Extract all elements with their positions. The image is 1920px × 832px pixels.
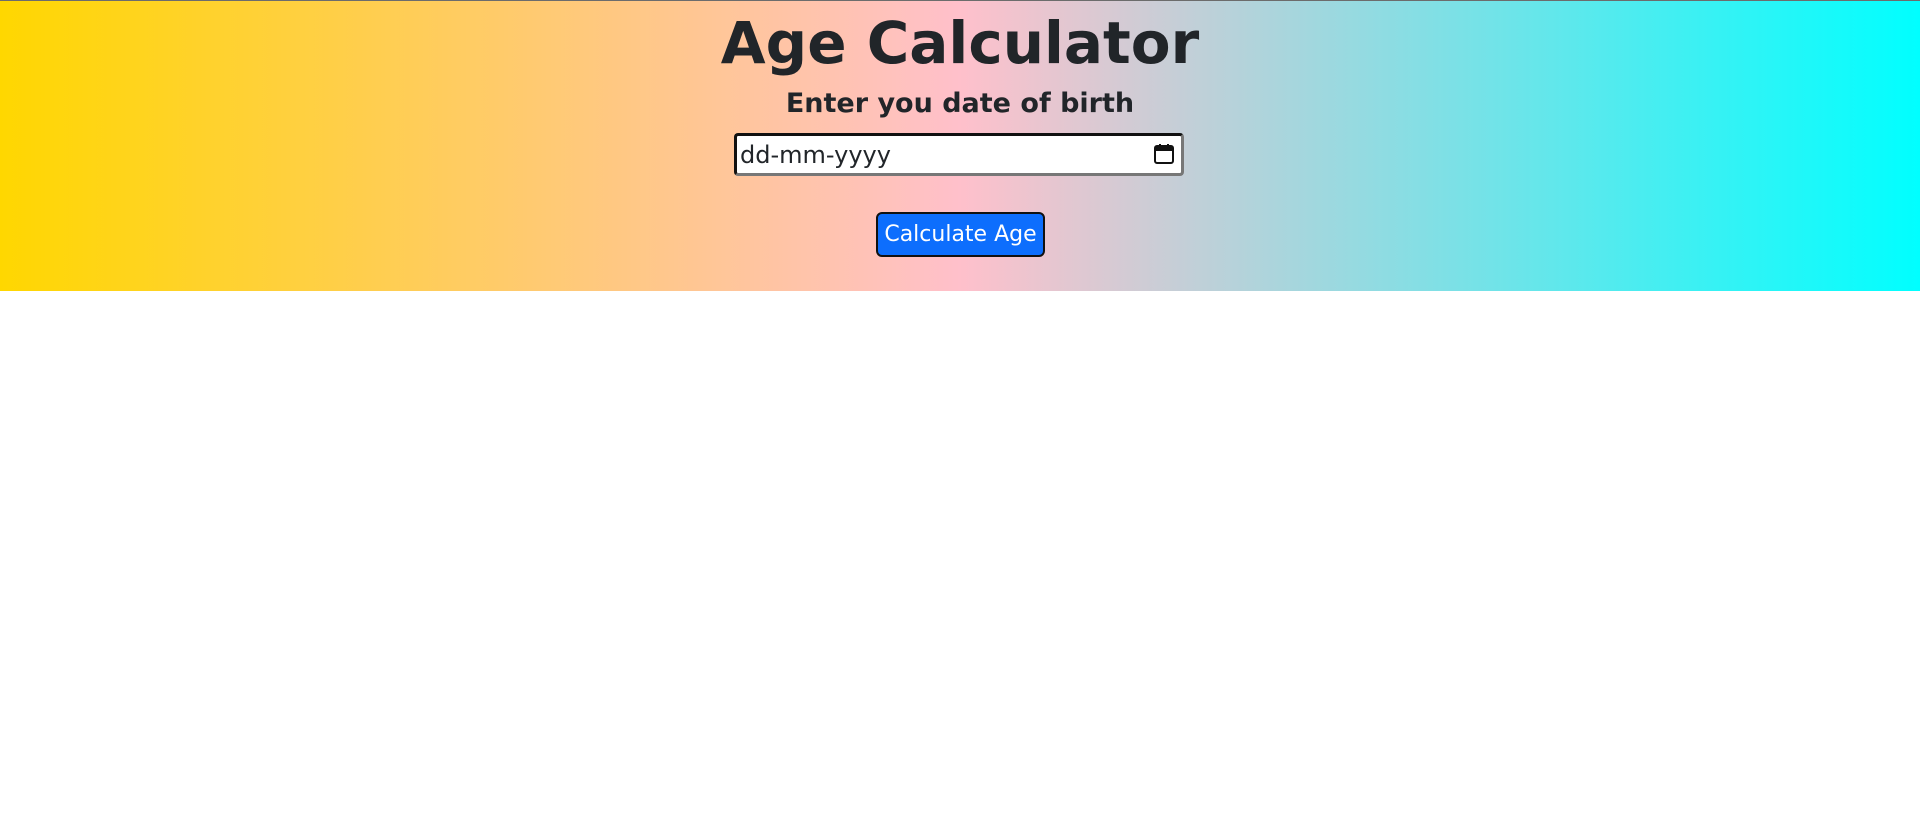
dob-input[interactable] (737, 136, 1127, 173)
calendar-icon[interactable] (1153, 143, 1175, 165)
page-title: Age Calculator (720, 9, 1200, 77)
dob-prompt: Enter you date of birth (785, 88, 1135, 119)
dob-field[interactable] (734, 133, 1184, 176)
hero-banner: Age Calculator Enter you date of birth C… (0, 0, 1920, 291)
calculate-age-button[interactable]: Calculate Age (876, 212, 1045, 257)
